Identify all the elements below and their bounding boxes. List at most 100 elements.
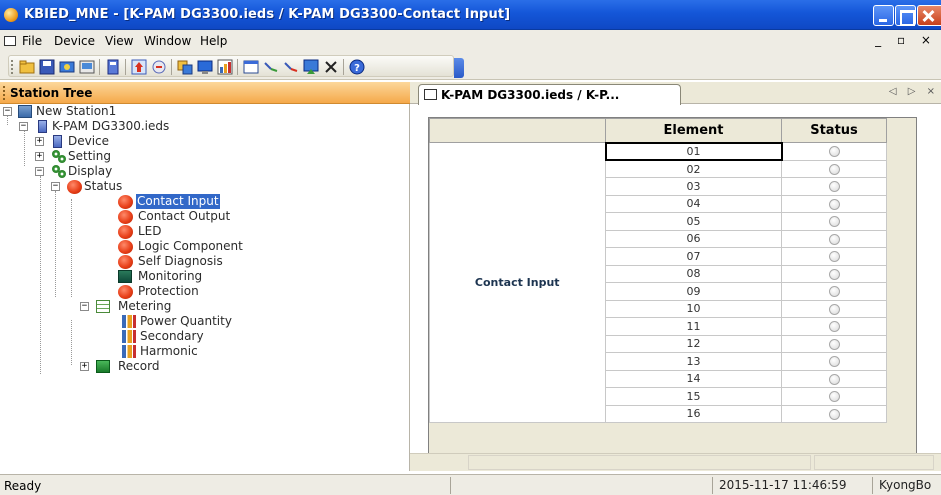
link-icon[interactable] — [263, 59, 279, 75]
toolbar-separator — [125, 59, 126, 75]
tree-node-led[interactable]: LED — [0, 224, 250, 239]
tree-node-device[interactable]: + Device — [0, 134, 200, 149]
tree-node-harmonic[interactable]: Harmonic — [0, 344, 250, 359]
upload-icon[interactable] — [131, 59, 147, 75]
element-cell[interactable]: 01 — [604, 141, 783, 161]
document-tab-label: K-PAM DG3300.ieds / K-P... — [441, 88, 620, 102]
collapse-toggle[interactable]: − — [51, 182, 60, 191]
tree-node-label: K-PAM DG3300.ieds — [52, 119, 170, 133]
pane-grip[interactable] — [3, 86, 6, 100]
delete-icon[interactable] — [323, 59, 339, 75]
element-cell[interactable]: 08 — [605, 264, 782, 283]
collapse-toggle[interactable]: − — [3, 107, 12, 116]
tree-node-monitoring[interactable]: Monitoring — [0, 269, 250, 284]
tree-node-contact-output[interactable]: Contact Output — [0, 209, 250, 224]
collapse-toggle[interactable]: − — [35, 167, 44, 176]
open-icon[interactable] — [59, 59, 75, 75]
help-icon[interactable]: ? — [349, 59, 365, 75]
export-icon[interactable] — [303, 59, 319, 75]
element-cell[interactable]: 14 — [605, 369, 782, 388]
status-cell-empty — [450, 477, 712, 494]
tree-node-ied[interactable]: − K-PAM DG3300.ieds — [0, 119, 200, 134]
menu-file[interactable]: File — [22, 34, 42, 48]
red-ball-icon — [118, 225, 133, 239]
element-cell[interactable]: 05 — [605, 212, 782, 231]
status-indicator-icon — [828, 233, 840, 245]
element-cell[interactable]: 04 — [605, 194, 782, 213]
unlink-icon[interactable] — [283, 59, 299, 75]
table-icon — [96, 300, 110, 313]
collapse-toggle[interactable]: − — [19, 122, 28, 131]
tree-node-status[interactable]: − Status — [0, 179, 200, 194]
bar-chart-icon — [122, 315, 136, 328]
toolbar-overflow-button[interactable] — [454, 58, 464, 78]
status-cell — [781, 299, 887, 318]
menu-window[interactable]: Window — [144, 34, 191, 48]
table-row[interactable]: Contact Input 01 — [429, 141, 887, 423]
tree-node-logic-component[interactable]: Logic Component — [0, 239, 250, 254]
tree-node-contact-input[interactable]: Contact Input — [0, 194, 250, 209]
menu-help[interactable]: Help — [200, 34, 227, 48]
tree-node-secondary[interactable]: Secondary — [0, 329, 250, 344]
tree-node-power-quantity[interactable]: Power Quantity — [0, 314, 250, 329]
collapse-toggle[interactable]: − — [80, 302, 89, 311]
toolbar-grip[interactable] — [11, 60, 14, 74]
element-cell[interactable]: 13 — [605, 352, 782, 371]
ied-icon[interactable] — [105, 59, 121, 75]
element-cell[interactable]: 07 — [605, 247, 782, 266]
gear-icon — [52, 165, 66, 178]
menu-doc-icon[interactable] — [4, 36, 16, 46]
mdi-window-controls[interactable]: _ ▫ × — [875, 33, 937, 47]
element-cell[interactable]: 03 — [605, 177, 782, 196]
element-cell[interactable]: 12 — [605, 334, 782, 353]
element-cell[interactable]: 10 — [605, 299, 782, 318]
tree-node-record[interactable]: + Record — [0, 359, 250, 374]
tree-node-protection[interactable]: Protection — [0, 284, 250, 299]
tree-node-setting[interactable]: + Setting — [0, 149, 200, 164]
toolbar-separator — [99, 59, 100, 75]
document-tab[interactable]: K-PAM DG3300.ieds / K-P... — [418, 84, 681, 105]
menu-view[interactable]: View — [105, 34, 133, 48]
column-header-status[interactable]: Status — [781, 118, 887, 143]
minimize-button[interactable] — [873, 5, 894, 26]
monitor-icon[interactable] — [197, 59, 213, 75]
maximize-button[interactable] — [895, 5, 916, 26]
grid-corner — [429, 118, 606, 143]
element-cell[interactable]: 06 — [605, 229, 782, 248]
element-cell[interactable]: 15 — [605, 387, 782, 406]
expand-toggle[interactable]: + — [35, 137, 44, 146]
tab-nav-controls[interactable]: ◁ ▷ × — [889, 86, 939, 97]
expand-toggle[interactable]: + — [35, 152, 44, 161]
save-icon[interactable] — [39, 59, 55, 75]
table-icon[interactable] — [243, 59, 259, 75]
expand-toggle[interactable]: + — [80, 362, 89, 371]
status-indicator-icon — [828, 181, 840, 193]
element-cell[interactable]: 11 — [605, 317, 782, 336]
tree-node-metering[interactable]: − Metering — [0, 299, 250, 314]
status-cell — [781, 387, 887, 406]
column-header-element[interactable]: Element — [605, 118, 782, 143]
new-icon[interactable] — [19, 59, 35, 75]
menu-device[interactable]: Device — [54, 34, 95, 48]
red-ball-icon — [118, 285, 133, 299]
status-indicator-icon — [828, 356, 840, 368]
download-icon[interactable] — [151, 59, 167, 75]
monitor-icon — [118, 270, 132, 283]
status-panel-cell — [468, 455, 811, 470]
chart-icon[interactable] — [217, 59, 233, 75]
toolbar-separator — [237, 59, 238, 75]
tree-node-station[interactable]: − New Station1 — [0, 104, 200, 119]
element-cell[interactable]: 09 — [605, 282, 782, 301]
element-cell[interactable]: 16 — [605, 404, 782, 423]
connect-icon[interactable] — [79, 59, 95, 75]
element-cell[interactable]: 02 — [605, 159, 782, 178]
svg-text:?: ? — [354, 63, 360, 74]
status-datetime: 2015-11-17 11:46:59 — [712, 477, 872, 494]
tree-node-display[interactable]: − Display — [0, 164, 200, 179]
status-user: KyongBo — [872, 477, 941, 494]
close-button[interactable] — [917, 5, 941, 26]
status-indicator-icon — [828, 391, 840, 403]
tree-node-self-diagnosis[interactable]: Self Diagnosis — [0, 254, 250, 269]
status-cell — [781, 159, 887, 178]
settings-icon[interactable] — [177, 59, 193, 75]
